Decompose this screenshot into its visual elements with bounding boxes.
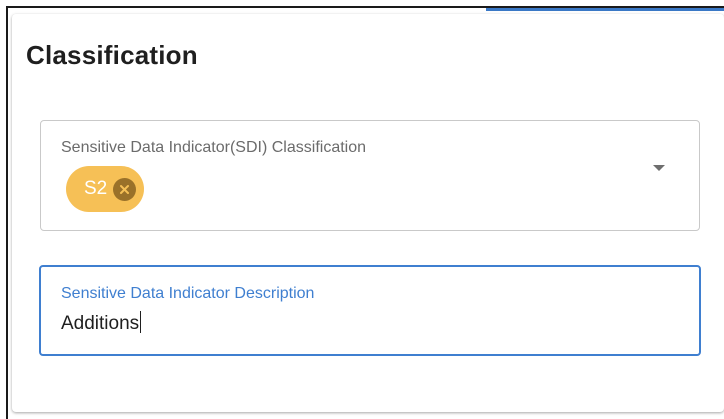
chip-label: S2 [84, 178, 108, 199]
close-circle-icon[interactable] [113, 177, 137, 201]
arrow-drop-down-icon[interactable] [653, 165, 665, 171]
sdi-description-field[interactable]: Sensitive Data Indicator Description Add… [39, 265, 701, 356]
text-cursor [140, 311, 142, 333]
classification-card: Classification Sensitive Data Indicator(… [12, 14, 724, 412]
card-title: Classification [26, 40, 198, 70]
sdi-classification-select[interactable]: Sensitive Data Indicator(SDI) Classifica… [40, 120, 700, 231]
selected-chip-s2: S2 [66, 166, 145, 212]
close-glyph [120, 184, 130, 194]
sdi-classification-label: Sensitive Data Indicator(SDI) Classifica… [61, 139, 367, 156]
sdi-description-label: Sensitive Data Indicator Description [61, 285, 315, 302]
top-accent-bar [486, 8, 724, 11]
sdi-description-input[interactable]: Additions [61, 311, 142, 335]
sdi-description-value: Additions [61, 313, 140, 334]
